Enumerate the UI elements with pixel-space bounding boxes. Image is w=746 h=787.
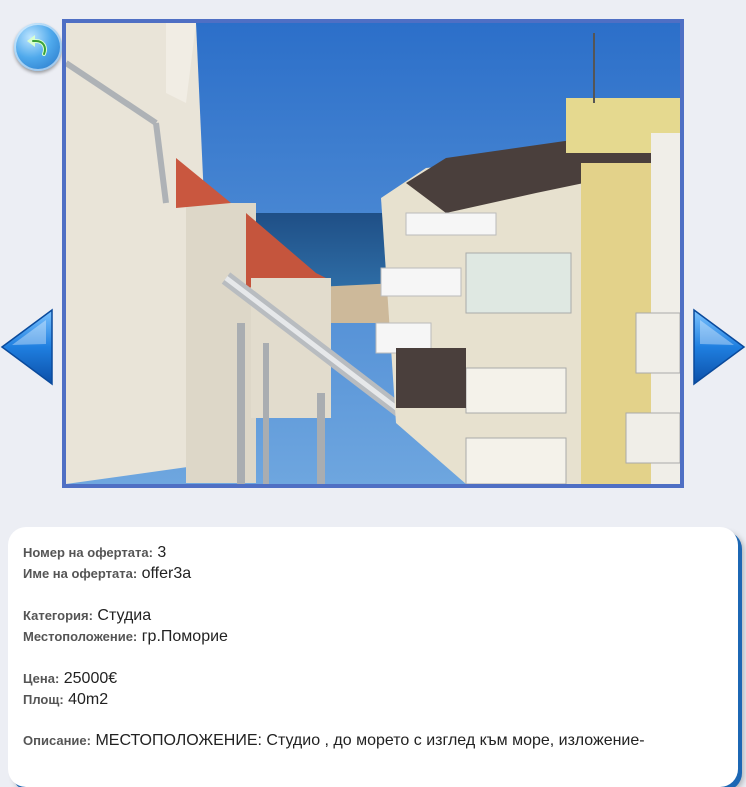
offer-details-card: Номер на офертата: 3 Име на офертата: of… — [8, 527, 738, 787]
category-value: Студиа — [97, 607, 152, 624]
offer-name-value: offer3a — [141, 565, 192, 582]
description-value: МЕСТОПОЛОЖЕНИЕ: Студио , до морето с изг… — [95, 732, 645, 749]
price-value: 25000€ — [63, 670, 118, 687]
area-label: Площ: — [23, 692, 64, 707]
next-photo-button[interactable] — [692, 308, 746, 386]
back-button[interactable] — [14, 23, 62, 71]
category-row: Категория: Студиа — [23, 607, 151, 625]
offer-number-row: Номер на офертата: 3 — [23, 544, 166, 562]
offer-number-label: Номер на офертата: — [23, 545, 153, 560]
area-value: 40m2 — [68, 691, 109, 708]
back-arrow-icon — [27, 35, 47, 56]
offer-name-label: Име на офертата: — [23, 566, 138, 581]
price-row: Цена: 25000€ — [23, 670, 117, 688]
category-label: Категория: — [23, 608, 93, 623]
price-label: Цена: — [23, 671, 60, 686]
property-photo — [62, 19, 684, 488]
description-row: Описание: МЕСТОПОЛОЖЕНИЕ: Студио , до мо… — [23, 732, 645, 750]
offer-number-value: 3 — [157, 544, 167, 561]
area-row: Площ: 40m2 — [23, 691, 108, 709]
location-label: Местоположение: — [23, 629, 138, 644]
previous-photo-button[interactable] — [0, 308, 54, 386]
location-row: Местоположение: гр.Поморие — [23, 628, 228, 646]
location-value: гр.Поморие — [141, 628, 228, 645]
arrow-left-icon — [0, 308, 53, 386]
offer-name-row: Име на офертата: offer3a — [23, 565, 191, 583]
arrow-right-icon — [693, 308, 746, 386]
